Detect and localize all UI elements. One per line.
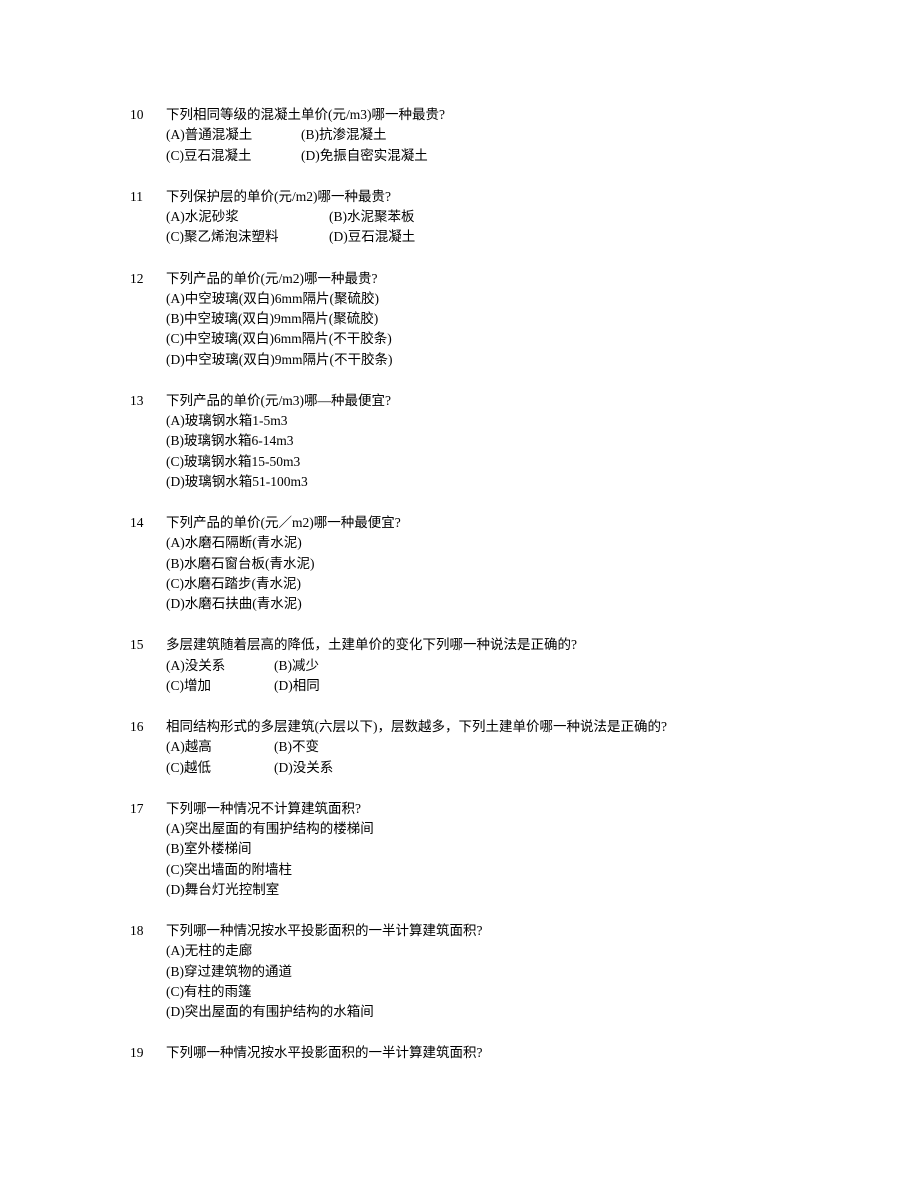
option: (C)中空玻璃(双白)6mm隔片(不干胶条) xyxy=(166,329,820,349)
question-item: 19下列哪一种情况按水平投影面积的一半计算建筑面积? xyxy=(130,1043,820,1063)
question-number: 11 xyxy=(130,187,166,248)
option: (A)无柱的走廊 xyxy=(166,941,820,961)
option-row: (A)水泥砂浆(B)水泥聚苯板 xyxy=(166,207,820,227)
question-content: 下列产品的单价(元／m2)哪一种最便宜?(A)水磨石隔断(青水泥)(B)水磨石窗… xyxy=(166,513,820,614)
question-item: 17下列哪一种情况不计算建筑面积?(A)突出屋面的有围护结构的楼梯间(B)室外楼… xyxy=(130,799,820,900)
question-text: 下列哪一种情况按水平投影面积的一半计算建筑面积? xyxy=(166,921,820,941)
option: (B)不变 xyxy=(274,737,319,757)
option: (A)突出屋面的有围护结构的楼梯间 xyxy=(166,819,820,839)
question-item: 13下列产品的单价(元/m3)哪—种最便宜?(A)玻璃钢水箱1-5m3(B)玻璃… xyxy=(130,391,820,492)
option: (D)突出屋面的有围护结构的水箱间 xyxy=(166,1002,820,1022)
option: (A)玻璃钢水箱1-5m3 xyxy=(166,411,820,431)
question-content: 相同结构形式的多层建筑(六层以下)，层数越多，下列土建单价哪一种说法是正确的?(… xyxy=(166,717,820,778)
question-item: 10下列相同等级的混凝土单价(元/m3)哪一种最贵?(A)普通混凝土(B)抗渗混… xyxy=(130,105,820,166)
options-block: (A)中空玻璃(双白)6mm隔片(聚硫胶)(B)中空玻璃(双白)9mm隔片(聚硫… xyxy=(166,289,820,370)
question-text: 下列产品的单价(元/m2)哪一种最贵? xyxy=(166,269,820,289)
option: (D)相同 xyxy=(274,676,320,696)
question-number: 12 xyxy=(130,269,166,370)
options-block: (A)玻璃钢水箱1-5m3(B)玻璃钢水箱6-14m3(C)玻璃钢水箱15-50… xyxy=(166,411,820,492)
question-item: 18下列哪一种情况按水平投影面积的一半计算建筑面积?(A)无柱的走廊(B)穿过建… xyxy=(130,921,820,1022)
options-block: (A)突出屋面的有围护结构的楼梯间(B)室外楼梯间(C)突出墙面的附墙柱(D)舞… xyxy=(166,819,820,900)
option: (A)没关系 xyxy=(166,656,274,676)
option: (C)突出墙面的附墙柱 xyxy=(166,860,820,880)
question-item: 15多层建筑随着层高的降低，土建单价的变化下列哪一种说法是正确的?(A)没关系(… xyxy=(130,635,820,696)
option-row: (C)越低(D)没关系 xyxy=(166,758,820,778)
option-row: (A)普通混凝土(B)抗渗混凝土 xyxy=(166,125,820,145)
option: (D)中空玻璃(双白)9mm隔片(不干胶条) xyxy=(166,350,820,370)
option: (B)抗渗混凝土 xyxy=(301,125,387,145)
question-number: 17 xyxy=(130,799,166,900)
question-item: 12下列产品的单价(元/m2)哪一种最贵?(A)中空玻璃(双白)6mm隔片(聚硫… xyxy=(130,269,820,370)
option: (C)增加 xyxy=(166,676,274,696)
question-text: 下列哪一种情况按水平投影面积的一半计算建筑面积? xyxy=(166,1043,820,1063)
option-row: (C)增加(D)相同 xyxy=(166,676,820,696)
option: (A)中空玻璃(双白)6mm隔片(聚硫胶) xyxy=(166,289,820,309)
option: (D)豆石混凝土 xyxy=(329,227,415,247)
question-number: 10 xyxy=(130,105,166,166)
option: (B)水泥聚苯板 xyxy=(329,207,415,227)
question-text: 下列产品的单价(元/m3)哪—种最便宜? xyxy=(166,391,820,411)
option-row: (A)越高(B)不变 xyxy=(166,737,820,757)
question-text: 相同结构形式的多层建筑(六层以下)，层数越多，下列土建单价哪一种说法是正确的? xyxy=(166,717,820,737)
option: (B)水磨石窗台板(青水泥) xyxy=(166,554,820,574)
option: (D)没关系 xyxy=(274,758,333,778)
question-content: 下列产品的单价(元/m2)哪一种最贵?(A)中空玻璃(双白)6mm隔片(聚硫胶)… xyxy=(166,269,820,370)
option: (C)玻璃钢水箱15-50m3 xyxy=(166,452,820,472)
option: (D)舞台灯光控制室 xyxy=(166,880,820,900)
question-number: 14 xyxy=(130,513,166,614)
question-list: 10下列相同等级的混凝土单价(元/m3)哪一种最贵?(A)普通混凝土(B)抗渗混… xyxy=(130,105,820,1064)
option: (C)豆石混凝土 xyxy=(166,146,301,166)
question-content: 下列哪一种情况按水平投影面积的一半计算建筑面积?(A)无柱的走廊(B)穿过建筑物… xyxy=(166,921,820,1022)
option: (A)水泥砂浆 xyxy=(166,207,329,227)
question-content: 下列保护层的单价(元/m2)哪一种最贵?(A)水泥砂浆(B)水泥聚苯板(C)聚乙… xyxy=(166,187,820,248)
option: (D)免振自密实混凝土 xyxy=(301,146,428,166)
option-row: (A)没关系(B)减少 xyxy=(166,656,820,676)
question-text: 下列产品的单价(元／m2)哪一种最便宜? xyxy=(166,513,820,533)
option: (B)玻璃钢水箱6-14m3 xyxy=(166,431,820,451)
question-number: 19 xyxy=(130,1043,166,1063)
option: (D)水磨石扶曲(青水泥) xyxy=(166,594,820,614)
question-content: 多层建筑随着层高的降低，土建单价的变化下列哪一种说法是正确的?(A)没关系(B)… xyxy=(166,635,820,696)
option: (A)越高 xyxy=(166,737,274,757)
question-number: 15 xyxy=(130,635,166,696)
option: (B)室外楼梯间 xyxy=(166,839,820,859)
question-content: 下列相同等级的混凝土单价(元/m3)哪一种最贵?(A)普通混凝土(B)抗渗混凝土… xyxy=(166,105,820,166)
option: (C)水磨石踏步(青水泥) xyxy=(166,574,820,594)
question-text: 下列相同等级的混凝土单价(元/m3)哪一种最贵? xyxy=(166,105,820,125)
question-content: 下列产品的单价(元/m3)哪—种最便宜?(A)玻璃钢水箱1-5m3(B)玻璃钢水… xyxy=(166,391,820,492)
option: (D)玻璃钢水箱51-100m3 xyxy=(166,472,820,492)
question-text: 多层建筑随着层高的降低，土建单价的变化下列哪一种说法是正确的? xyxy=(166,635,820,655)
question-number: 13 xyxy=(130,391,166,492)
question-item: 16相同结构形式的多层建筑(六层以下)，层数越多，下列土建单价哪一种说法是正确的… xyxy=(130,717,820,778)
option: (C)越低 xyxy=(166,758,274,778)
question-number: 16 xyxy=(130,717,166,778)
option-row: (C)豆石混凝土(D)免振自密实混凝土 xyxy=(166,146,820,166)
option: (C)聚乙烯泡沫塑料 xyxy=(166,227,329,247)
question-item: 11下列保护层的单价(元/m2)哪一种最贵?(A)水泥砂浆(B)水泥聚苯板(C)… xyxy=(130,187,820,248)
question-number: 18 xyxy=(130,921,166,1022)
question-text: 下列哪一种情况不计算建筑面积? xyxy=(166,799,820,819)
question-item: 14下列产品的单价(元／m2)哪一种最便宜?(A)水磨石隔断(青水泥)(B)水磨… xyxy=(130,513,820,614)
option-row: (C)聚乙烯泡沫塑料(D)豆石混凝土 xyxy=(166,227,820,247)
option: (B)穿过建筑物的通道 xyxy=(166,962,820,982)
question-text: 下列保护层的单价(元/m2)哪一种最贵? xyxy=(166,187,820,207)
question-content: 下列哪一种情况不计算建筑面积?(A)突出屋面的有围护结构的楼梯间(B)室外楼梯间… xyxy=(166,799,820,900)
option: (B)中空玻璃(双白)9mm隔片(聚硫胶) xyxy=(166,309,820,329)
option: (A)普通混凝土 xyxy=(166,125,301,145)
option: (A)水磨石隔断(青水泥) xyxy=(166,533,820,553)
option: (B)减少 xyxy=(274,656,319,676)
option: (C)有柱的雨篷 xyxy=(166,982,820,1002)
options-block: (A)无柱的走廊(B)穿过建筑物的通道(C)有柱的雨篷(D)突出屋面的有围护结构… xyxy=(166,941,820,1022)
options-block: (A)水磨石隔断(青水泥)(B)水磨石窗台板(青水泥)(C)水磨石踏步(青水泥)… xyxy=(166,533,820,614)
question-content: 下列哪一种情况按水平投影面积的一半计算建筑面积? xyxy=(166,1043,820,1063)
